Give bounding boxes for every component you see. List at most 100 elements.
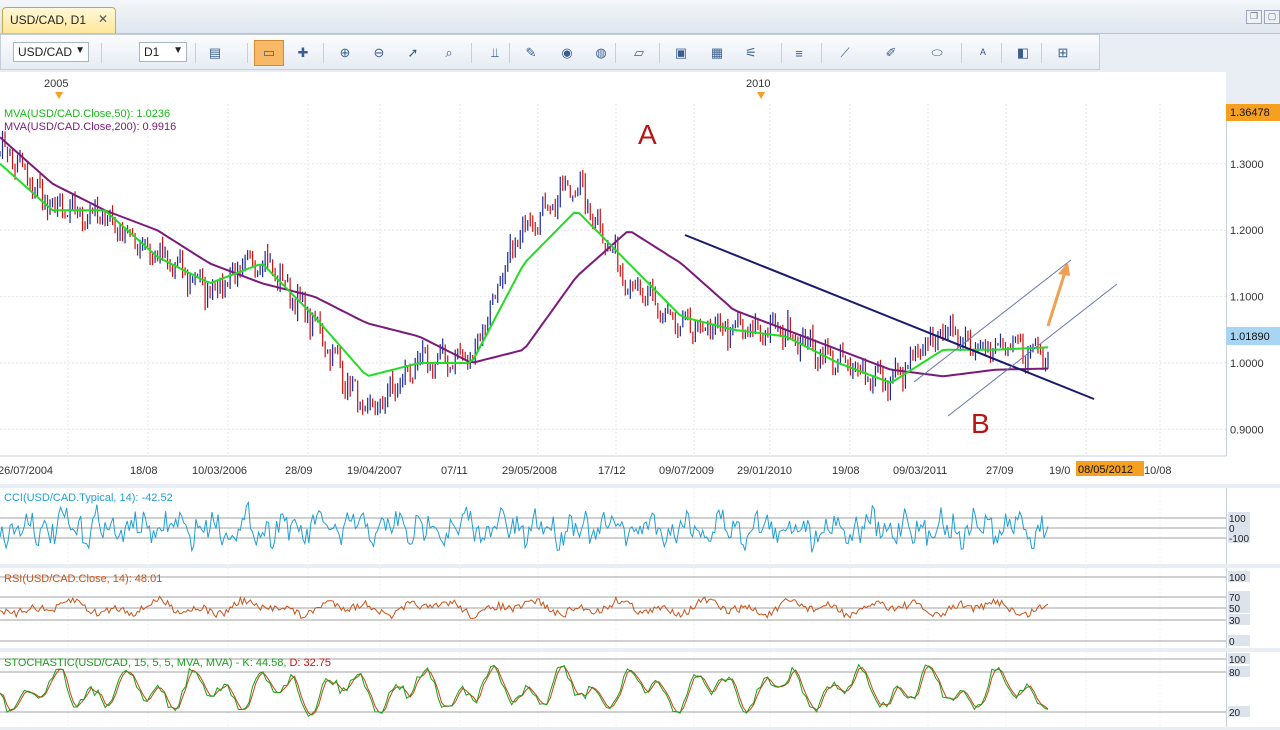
- stoch-panel[interactable]: STOCHASTIC(USD/CAD, 15, 5, 5, MVA, MVA) …: [0, 652, 1280, 727]
- price-panel[interactable]: MVA(USD/CAD.Close,50): 1.0236 MVA(USD/CA…: [0, 103, 1280, 484]
- date-label: 19/04/2007: [347, 465, 402, 477]
- stoch-legend: STOCHASTIC(USD/CAD, 15, 5, 5, MVA, MVA) …: [4, 657, 331, 669]
- cci-panel[interactable]: CCI(USD/CAD.Typical, 14): -42.52 100 0 -10…: [0, 488, 1280, 564]
- top-axis-svg: 2005 2010: [44, 78, 770, 99]
- date-label: 09/03/2011: [893, 465, 947, 477]
- draw-line-icon[interactable]: ⟋: [835, 43, 855, 63]
- date-label: 26/07/2004: [0, 465, 53, 477]
- date-badge-label: 08/05/2012: [1078, 464, 1133, 476]
- ma50-line: [0, 163, 1049, 384]
- toolbar-separator: [1041, 43, 1042, 63]
- date-label: 10/08: [1144, 465, 1172, 477]
- date-label: 07/11: [441, 465, 468, 477]
- template-icon[interactable]: ▦: [707, 43, 727, 63]
- rsi-chart[interactable]: RSI(USD/CAD.Close, 14): 48.01 1007050300: [0, 568, 1280, 648]
- chevron-down-icon: ▼: [173, 45, 183, 56]
- lines-icon[interactable]: ≡: [789, 43, 809, 63]
- high-price-label: 1.36478: [1230, 107, 1270, 119]
- pen-icon[interactable]: ✐: [881, 43, 901, 63]
- stoch-legend-k: K: 44.58,: [242, 657, 289, 669]
- toolbar: USD/CAD ▼ D1 ▼ ▤ ▭ ✚ ⊕ ⊖ ➚ ⌕ ⫫ ✎ ◉ ◍ ▱ ▣ ▦ ⚟ ≡ ⟋ ✐ ⬭ ᴬ ◧ ⊞: [0, 34, 1100, 70]
- zoom-out-icon[interactable]: ⊖: [369, 43, 389, 63]
- level-label: 30: [1229, 616, 1241, 627]
- y-tick-label: 1.1000: [1230, 292, 1264, 304]
- level-label: 100: [1229, 573, 1246, 584]
- chart-tab[interactable]: USD/CAD, D1 ✕: [2, 7, 116, 33]
- wave-label-a: A: [638, 119, 657, 150]
- text-icon[interactable]: ᴬ: [973, 43, 993, 63]
- timeframe-value: D1: [144, 45, 160, 59]
- cci-chart[interactable]: CCI(USD/CAD.Typical, 14): -42.52 1000-10…: [0, 488, 1280, 564]
- marker-icon: [757, 92, 765, 99]
- price-chart[interactable]: MVA(USD/CAD.Close,50): 1.0236 MVA(USD/CA…: [0, 103, 1280, 484]
- y-tick-label: 1.2000: [1230, 225, 1264, 237]
- toolbar-separator: [101, 43, 102, 63]
- zoom-in-icon[interactable]: ⊕: [335, 43, 355, 63]
- y-tick-label: 1.3000: [1230, 159, 1264, 171]
- stochastic-chart[interactable]: STOCHASTIC(USD/CAD, 15, 5, 5, MVA, MVA) …: [0, 652, 1280, 727]
- date-label: 18/08: [130, 465, 158, 477]
- y-tick-label: 0.9000: [1230, 424, 1264, 436]
- top-axis-label-2005: 2005: [44, 78, 68, 90]
- tab-bar: USD/CAD, D1 ✕ ❐ ▢: [0, 0, 1280, 34]
- indicators-icon[interactable]: ⚟: [741, 43, 761, 63]
- picture-icon[interactable]: ▣: [671, 43, 691, 63]
- cci-legend: CCI(USD/CAD.Typical, 14): -42.52: [4, 492, 173, 504]
- zoom-icon[interactable]: ⌕: [439, 43, 459, 63]
- symbol-select[interactable]: USD/CAD ▼: [13, 42, 89, 62]
- ma50-legend: MVA(USD/CAD.Close,50): 1.0236: [4, 108, 170, 120]
- axis-divider: [1226, 568, 1227, 648]
- date-label: 19/08: [832, 465, 860, 477]
- candle-chart-icon[interactable]: ▤: [205, 43, 225, 63]
- date-label: 29/05/2008: [502, 465, 557, 477]
- toolbar-separator: [509, 43, 510, 63]
- toolbar-separator: [1001, 43, 1002, 63]
- ellipse-icon[interactable]: ⬭: [927, 43, 947, 63]
- date-label: 17/12: [598, 465, 626, 477]
- globe-icon[interactable]: ◍: [591, 43, 611, 63]
- toolbar-separator: [781, 43, 782, 63]
- date-label: 29/01/2010: [737, 465, 792, 477]
- date-label: 28/09: [285, 465, 313, 477]
- close-icon[interactable]: ✕: [98, 12, 108, 26]
- current-price-label: 1.01890: [1230, 331, 1270, 343]
- toolbar-separator: [821, 43, 822, 63]
- eye-icon[interactable]: ◉: [557, 43, 577, 63]
- rsi-panel[interactable]: RSI(USD/CAD.Close, 14): 48.01 100 70 50 30 0: [0, 568, 1280, 648]
- axis-divider: [1226, 104, 1227, 456]
- level-label: 0: [1229, 637, 1235, 648]
- date-label: 19/0: [1049, 465, 1070, 477]
- rsi-legend: RSI(USD/CAD.Close, 14): 48.01: [4, 573, 162, 585]
- wave-label-b: B: [971, 408, 990, 439]
- top-axis-label-2010: 2010: [746, 78, 770, 90]
- line-chart-icon[interactable]: ▭: [254, 40, 284, 66]
- restore-icon[interactable]: ❐: [1246, 10, 1262, 24]
- axis-divider: [1226, 488, 1227, 564]
- pointer-icon[interactable]: ➚: [403, 43, 423, 63]
- eraser-icon[interactable]: ◧: [1013, 43, 1033, 63]
- toolbar-separator: [323, 43, 324, 63]
- toolbar-separator: [471, 43, 472, 63]
- chevron-down-icon: ▼: [75, 45, 85, 56]
- timeframe-select[interactable]: D1 ▼: [139, 42, 187, 62]
- stoch-legend-d: D: 32.75: [289, 657, 331, 669]
- structure-icon[interactable]: ⊞: [1053, 43, 1073, 63]
- y-tick-label: 1.0000: [1230, 358, 1264, 370]
- bar-price-icon[interactable]: ⫫: [485, 43, 505, 63]
- level-label: 100: [1229, 655, 1246, 666]
- maximize-icon[interactable]: ▢: [1264, 10, 1280, 24]
- level-label: 20: [1229, 708, 1241, 719]
- date-label: 10/03/2006: [192, 465, 247, 477]
- level-label: 80: [1229, 668, 1241, 679]
- toolbar-separator: [247, 43, 248, 63]
- ma200-legend: MVA(USD/CAD.Close,200): 0.9916: [4, 121, 176, 133]
- ruler-icon[interactable]: ▱: [629, 43, 649, 63]
- edit-icon[interactable]: ✎: [521, 43, 541, 63]
- date-label: 27/09: [986, 465, 1014, 477]
- chart-tab-title: USD/CAD, D1: [10, 13, 87, 27]
- crosshair-icon[interactable]: ✚: [293, 43, 313, 63]
- trend-line[interactable]: [684, 234, 1095, 400]
- date-label: 09/07/2009: [659, 465, 714, 477]
- toolbar-separator: [659, 43, 660, 63]
- level-label: -100: [1229, 534, 1249, 545]
